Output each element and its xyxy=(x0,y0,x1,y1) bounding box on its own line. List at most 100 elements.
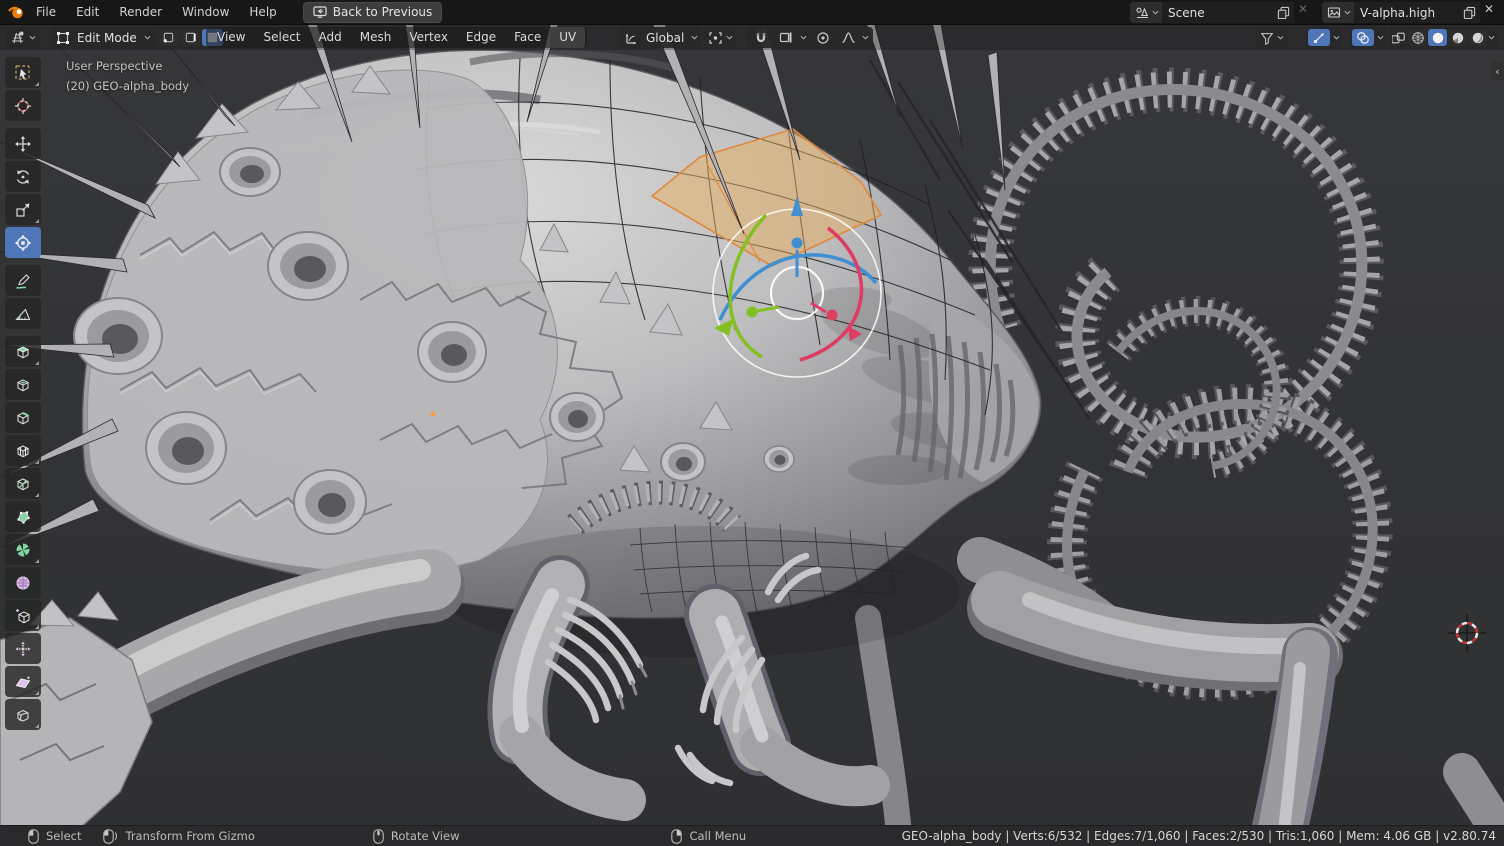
xray-icon xyxy=(1392,31,1406,45)
viewport-header: Edit Mode View Select Add Mesh Vertex Ed… xyxy=(0,25,1504,50)
annotate-icon xyxy=(14,272,32,290)
orientation-label: Global xyxy=(642,31,688,45)
inset-faces-icon xyxy=(14,376,32,394)
filter-dropdown[interactable] xyxy=(1256,27,1288,48)
hint-rotate-view-label: Rotate View xyxy=(391,829,460,843)
hint-call-menu-label: Call Menu xyxy=(689,829,746,843)
shading-rendered-button[interactable] xyxy=(1468,29,1487,46)
edit-mode-icon xyxy=(56,31,70,45)
tool-spin[interactable] xyxy=(5,534,41,565)
tool-rotate[interactable] xyxy=(5,161,41,192)
transform-orientation-selector[interactable]: Global xyxy=(620,27,702,48)
menu-edge[interactable]: Edge xyxy=(457,27,505,48)
tool-transform[interactable] xyxy=(5,227,41,258)
show-gizmos-toggle[interactable] xyxy=(1308,29,1330,46)
transform-icon xyxy=(14,234,32,252)
image-layer-icon xyxy=(1327,6,1342,20)
vertex-select-mode-button[interactable] xyxy=(158,29,179,46)
scene-name-field[interactable]: Scene xyxy=(1162,2,1273,23)
loop-cut-icon xyxy=(14,442,32,460)
editor-type-selector[interactable] xyxy=(6,27,40,48)
edge-select-mode-button[interactable] xyxy=(180,29,201,46)
snap-toggle-button[interactable] xyxy=(750,29,772,46)
active-object-label: (20) GEO-alpha_body xyxy=(66,76,189,96)
tool-poly-build[interactable] xyxy=(5,501,41,532)
tool-inset-faces[interactable] xyxy=(5,369,41,400)
proportional-falloff-button[interactable] xyxy=(837,29,859,46)
view-layer-selector: V-alpha.high ✕ xyxy=(1322,2,1498,23)
editor-3d-viewport-icon xyxy=(10,30,26,45)
view-layer-new-button[interactable] xyxy=(1459,2,1480,23)
tool-knife[interactable] xyxy=(5,468,41,499)
scene-selector: Scene ✕ xyxy=(1130,2,1312,23)
back-screen-icon xyxy=(313,6,327,18)
filter-funnel-icon xyxy=(1260,31,1274,45)
blender-logo-icon[interactable] xyxy=(7,4,24,20)
rendered-sphere-icon xyxy=(1471,31,1485,45)
proportional-editing-toggle[interactable] xyxy=(812,29,834,46)
knife-icon xyxy=(14,475,32,493)
menu-mesh[interactable]: Mesh xyxy=(351,27,401,48)
poly-build-icon xyxy=(14,508,32,526)
tool-scale[interactable] xyxy=(5,194,41,225)
menu-view[interactable]: View xyxy=(208,27,254,48)
view-layer-browse-button[interactable] xyxy=(1322,2,1354,23)
shading-wireframe-button[interactable] xyxy=(1408,29,1427,46)
shading-solid-button[interactable] xyxy=(1428,29,1447,46)
tool-rip-region[interactable] xyxy=(5,699,41,730)
scene-new-button[interactable] xyxy=(1273,2,1294,23)
extrude-region-icon xyxy=(14,343,32,361)
tool-bevel[interactable] xyxy=(5,402,41,433)
select-box-icon xyxy=(14,64,32,82)
sidebar-toggle[interactable]: ‹ xyxy=(1491,62,1504,80)
menu-help[interactable]: Help xyxy=(239,0,286,24)
tool-smooth[interactable] xyxy=(5,567,41,598)
chevron-down-icon xyxy=(1333,35,1340,40)
back-to-previous-button[interactable]: Back to Previous xyxy=(303,2,443,23)
chevron-down-icon xyxy=(800,35,807,40)
tool-select-box[interactable] xyxy=(5,57,41,88)
tool-move[interactable] xyxy=(5,128,41,159)
pivot-point-selector[interactable] xyxy=(704,27,737,48)
scene-browse-button[interactable] xyxy=(1130,2,1162,23)
view-layer-name-field[interactable]: V-alpha.high xyxy=(1354,2,1459,23)
proportional-editing-controls xyxy=(808,27,873,48)
duplicate-icon xyxy=(1277,6,1290,19)
tool-cursor[interactable] xyxy=(5,90,41,121)
tool-annotate[interactable] xyxy=(5,265,41,296)
menu-select[interactable]: Select xyxy=(254,27,309,48)
view-layer-remove-button[interactable]: ✕ xyxy=(1480,2,1498,23)
snap-target-button[interactable] xyxy=(775,29,797,46)
show-gizmos-controls xyxy=(1306,27,1342,48)
mouse-lmb-drag-icon xyxy=(103,829,118,844)
chevron-down-icon xyxy=(691,35,698,40)
menu-edit[interactable]: Edit xyxy=(66,0,109,24)
menu-face[interactable]: Face xyxy=(505,27,550,48)
tool-edge-slide[interactable] xyxy=(5,600,41,631)
hint-select: Select xyxy=(28,829,81,844)
overlays-icon xyxy=(1356,31,1370,45)
menu-vertex[interactable]: Vertex xyxy=(400,27,457,48)
scene-unlink-icon: ✕ xyxy=(1294,2,1312,23)
scale-icon xyxy=(14,201,32,219)
edge-slide-icon xyxy=(14,607,32,625)
rip-region-icon xyxy=(14,706,32,724)
shading-material-preview-button[interactable] xyxy=(1448,29,1467,46)
scene-statistics: GEO-alpha_body | Verts:6/532 | Edges:7/1… xyxy=(902,829,1496,843)
menu-add[interactable]: Add xyxy=(310,27,351,48)
menu-file[interactable]: File xyxy=(26,0,66,24)
viewport-canvas[interactable] xyxy=(0,0,1504,846)
tool-loop-cut[interactable] xyxy=(5,435,41,466)
tool-shear[interactable] xyxy=(5,666,41,697)
chevron-down-icon xyxy=(1488,35,1495,40)
menu-render[interactable]: Render xyxy=(109,0,172,24)
show-overlays-toggle[interactable] xyxy=(1352,29,1374,46)
tool-extrude-region[interactable] xyxy=(5,336,41,367)
tool-shrink-fatten[interactable] xyxy=(5,633,41,664)
menu-uv[interactable]: UV xyxy=(550,27,585,48)
menu-window[interactable]: Window xyxy=(172,0,239,24)
proportional-circle-icon xyxy=(816,31,830,45)
cursor-3d-icon xyxy=(14,97,32,115)
tool-measure[interactable] xyxy=(5,298,41,329)
mode-selector[interactable]: Edit Mode xyxy=(52,27,155,48)
